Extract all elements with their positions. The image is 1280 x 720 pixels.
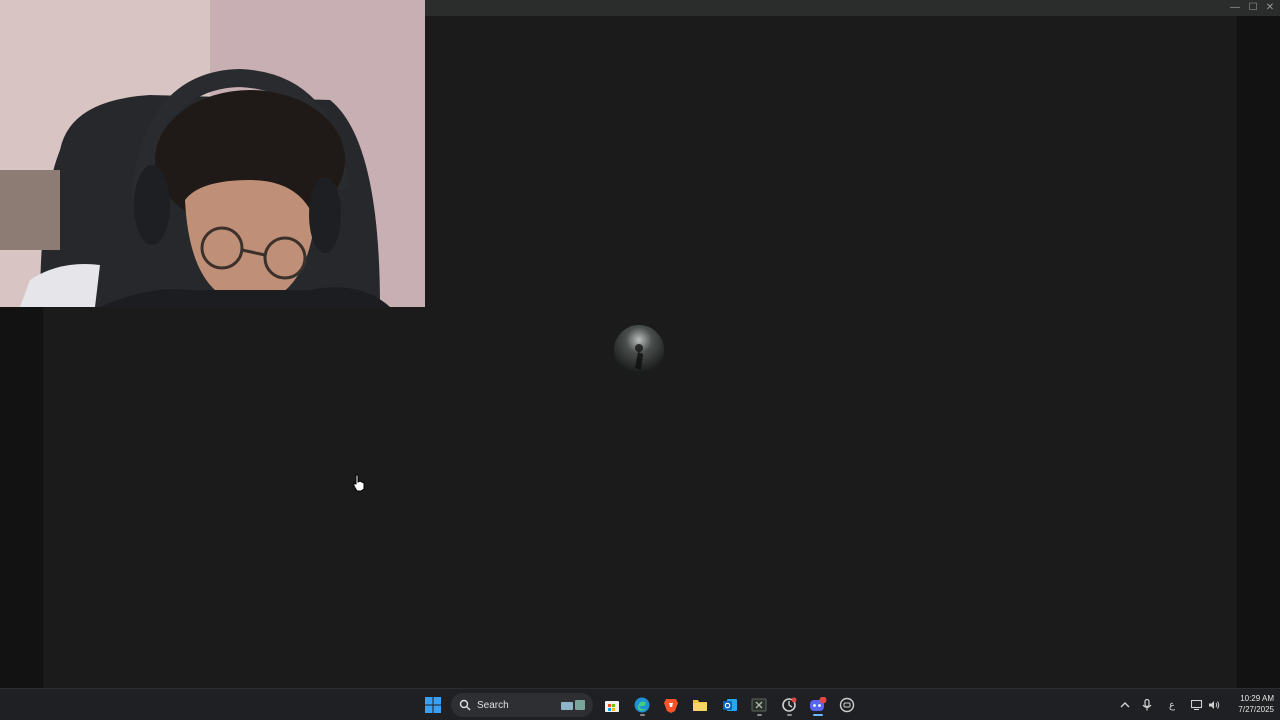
close-button[interactable]: ✕ bbox=[1260, 0, 1280, 16]
excel-icon bbox=[751, 698, 767, 712]
search-icon bbox=[459, 699, 471, 711]
network-icon bbox=[1191, 700, 1203, 710]
chevron-up-icon bbox=[1120, 702, 1130, 708]
webcam-overlay bbox=[0, 0, 425, 307]
running-indicator bbox=[813, 714, 823, 716]
taskbar-edge[interactable] bbox=[630, 693, 654, 717]
tray-microphone[interactable] bbox=[1140, 695, 1154, 715]
folder-icon bbox=[693, 700, 707, 711]
clock-time: 10:29 AM bbox=[1240, 694, 1274, 703]
clock-date: 7/27/2025 bbox=[1238, 705, 1274, 714]
tray-volume[interactable] bbox=[1207, 695, 1221, 715]
minimize-icon: — bbox=[1230, 2, 1240, 13]
taskbar-search[interactable]: Search bbox=[451, 693, 593, 717]
maximize-icon: ☐ bbox=[1248, 2, 1258, 13]
taskbar-clock[interactable]: 10:29 AM 7/27/2025 bbox=[1224, 693, 1274, 717]
right-edge-strip bbox=[1237, 16, 1280, 688]
running-indicator bbox=[756, 714, 762, 716]
tray-language[interactable]: ع bbox=[1164, 695, 1180, 715]
windows-logo-icon bbox=[425, 697, 441, 713]
language-indicator: ع bbox=[1169, 699, 1175, 711]
close-icon: ✕ bbox=[1265, 2, 1275, 13]
running-indicator bbox=[639, 714, 645, 716]
taskbar-app-circle[interactable] bbox=[835, 693, 859, 717]
taskbar-store[interactable] bbox=[600, 693, 624, 717]
taskbar-brave[interactable] bbox=[659, 693, 683, 717]
outlook-icon bbox=[723, 699, 737, 711]
sync-icon bbox=[782, 697, 797, 712]
volume-icon bbox=[1209, 701, 1220, 709]
circle-app-icon bbox=[839, 697, 855, 713]
edge-icon bbox=[634, 697, 650, 713]
discord-icon bbox=[810, 697, 827, 711]
brave-icon bbox=[664, 699, 678, 713]
search-highlight-icon bbox=[561, 700, 585, 710]
store-icon bbox=[605, 701, 619, 712]
tray-network[interactable] bbox=[1190, 695, 1204, 715]
start-button[interactable] bbox=[421, 693, 445, 717]
minimize-button[interactable]: — bbox=[1225, 0, 1245, 16]
running-indicator bbox=[786, 714, 792, 716]
search-label: Search bbox=[477, 699, 509, 711]
taskbar-discord[interactable] bbox=[806, 693, 830, 717]
taskbar-app-sync[interactable] bbox=[777, 693, 801, 717]
taskbar-outlook[interactable] bbox=[718, 693, 742, 717]
hand-cursor-icon bbox=[353, 474, 365, 492]
taskbar-file-explorer[interactable] bbox=[688, 693, 712, 717]
tray-overflow-button[interactable] bbox=[1118, 695, 1132, 715]
taskbar: Search ع 10:29 AM 7/27/2025 bbox=[0, 688, 1280, 720]
microphone-icon bbox=[1142, 699, 1152, 711]
taskbar-excel[interactable] bbox=[747, 693, 771, 717]
loading-orb bbox=[614, 325, 664, 375]
